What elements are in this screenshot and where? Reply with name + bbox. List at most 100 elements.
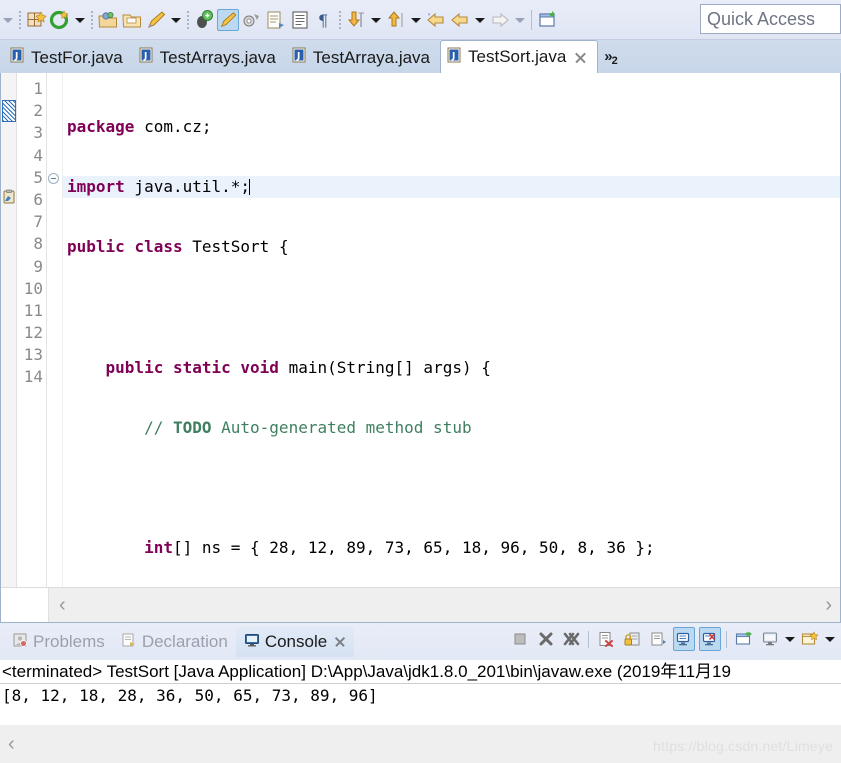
open-type-icon[interactable] — [289, 9, 311, 31]
edit-dropdown-arrow[interactable] — [169, 10, 183, 30]
declaration-icon — [121, 632, 137, 653]
view-tab-problems[interactable]: Problems — [4, 627, 113, 657]
line-number: 7 — [33, 212, 43, 232]
svg-text:J: J — [451, 51, 455, 61]
code-line[interactable]: public static void main(String[] args) { — [63, 357, 840, 379]
line-number: 11 — [23, 300, 43, 320]
svg-text:¶: ¶ — [318, 11, 328, 30]
new-java-project-icon[interactable] — [25, 9, 47, 31]
code-editor: 1 2 3 4 5 6 7 8 9 10 11 12 13 14 package… — [0, 73, 841, 623]
word-wrap-icon[interactable] — [647, 627, 669, 651]
editor-horizontal-scrollbar[interactable]: ‹ › — [1, 587, 840, 622]
new-window-icon[interactable] — [537, 9, 559, 31]
show-console-on-output-icon[interactable] — [673, 627, 695, 651]
code-line[interactable] — [63, 477, 840, 499]
new-class-icon[interactable] — [265, 9, 287, 31]
console-output-text: [8, 12, 18, 28, 36, 50, 65, 73, 89, 96] — [2, 686, 378, 705]
console-icon — [244, 632, 260, 653]
code-line[interactable] — [63, 297, 840, 319]
code-line[interactable]: public class TestSort { — [63, 236, 840, 258]
previous-annotation-dropdown-arrow[interactable] — [409, 10, 423, 30]
svg-text:J: J — [296, 52, 300, 62]
console-process-header: <terminated> TestSort [Java Application]… — [0, 660, 841, 684]
code-line[interactable]: int[] ns = { 28, 12, 89, 73, 65, 18, 96,… — [63, 537, 840, 559]
code-folding-column[interactable] — [47, 73, 63, 587]
external-tools-icon[interactable] — [241, 9, 263, 31]
editor-tab-testsort[interactable]: J TestSort.java — [440, 40, 599, 73]
display-selected-console-dropdown-arrow[interactable] — [783, 627, 797, 651]
close-icon[interactable] — [334, 636, 346, 648]
editor-tab-testarraya[interactable]: J TestArraya.java — [286, 42, 440, 73]
open-console-dropdown-arrow[interactable] — [823, 627, 837, 651]
problems-icon — [12, 632, 28, 653]
forward-dropdown-arrow[interactable] — [513, 10, 527, 30]
fold-slot — [47, 78, 62, 100]
back-dropdown-arrow[interactable] — [473, 10, 487, 30]
open-console-icon[interactable] — [799, 627, 821, 651]
java-file-icon: J — [139, 47, 154, 68]
display-selected-console-icon[interactable] — [759, 627, 781, 651]
previous-annotation-icon[interactable] — [385, 9, 407, 31]
view-tab-bar: Problems Declaration Console — [0, 624, 841, 660]
view-tab-console[interactable]: Console — [235, 627, 355, 657]
pilcrow-icon[interactable]: ¶ — [313, 9, 335, 31]
editor-tab-testfor[interactable]: J TestFor.java — [4, 42, 133, 73]
scroll-left-icon[interactable]: ‹ — [8, 734, 15, 754]
code-area[interactable]: 1 2 3 4 5 6 7 8 9 10 11 12 13 14 package… — [1, 73, 840, 618]
line-number: 2 — [33, 101, 43, 121]
java-file-icon: J — [292, 47, 307, 68]
debug-icon[interactable] — [193, 9, 215, 31]
next-annotation-icon[interactable] — [345, 9, 367, 31]
scrollbar-left-pad — [1, 588, 49, 622]
editor-tab-overflow-count: 2 — [611, 55, 618, 67]
next-annotation-dropdown-arrow[interactable] — [369, 10, 383, 30]
refresh-icon[interactable] — [49, 9, 71, 31]
editor-annotation-column[interactable] — [1, 73, 17, 587]
watermark-text: https://blog.csdn.net/Limeye — [653, 738, 833, 754]
scroll-right-icon[interactable]: › — [825, 595, 832, 615]
pin-console-icon[interactable] — [733, 627, 755, 651]
new-dropdown-arrow[interactable] — [73, 10, 87, 30]
code-line[interactable]: // TODO Auto-generated method stub — [63, 417, 840, 439]
view-tab-label: Problems — [33, 632, 105, 651]
scroll-lock-icon[interactable] — [621, 627, 643, 651]
edit-pencil-icon[interactable] — [145, 9, 167, 31]
toolbar-overflow-arrow[interactable] — [1, 10, 15, 30]
editor-tab-label: TestArrays.java — [159, 47, 276, 67]
code-line-current[interactable]: import java.util.*; — [63, 176, 840, 199]
java-file-icon: J — [10, 47, 25, 68]
console-toolbar-separator — [585, 629, 593, 649]
clear-console-icon[interactable] — [595, 627, 617, 651]
console-horizontal-scrollbar[interactable]: ‹ https://blog.csdn.net/Limeye — [0, 725, 841, 763]
show-console-on-error-icon[interactable] — [699, 627, 721, 651]
run-icon[interactable] — [217, 8, 239, 31]
quick-access-placeholder: Quick Access — [707, 8, 816, 29]
remove-launch-icon[interactable] — [535, 627, 557, 651]
editor-tab-overflow-button[interactable]: » 2 — [598, 47, 622, 73]
editor-tab-label: TestArraya.java — [312, 47, 431, 67]
view-tab-declaration[interactable]: Declaration — [113, 627, 236, 657]
collapse-icon[interactable] — [48, 172, 59, 184]
fold-slot[interactable] — [47, 167, 62, 189]
scroll-left-icon[interactable]: ‹ — [59, 595, 66, 615]
line-number: 8 — [33, 234, 43, 254]
close-icon[interactable] — [574, 51, 587, 64]
back-icon[interactable] — [425, 9, 447, 31]
todo-task-marker-icon[interactable] — [1, 189, 17, 205]
code-text[interactable]: package com.cz; import java.util.*; publ… — [63, 73, 840, 618]
line-number: 9 — [33, 256, 43, 276]
remove-all-terminated-icon[interactable] — [561, 627, 583, 651]
forward-icon[interactable] — [489, 9, 511, 31]
fold-slot — [47, 100, 62, 122]
svg-text:J: J — [14, 52, 18, 62]
open-folder-icon[interactable] — [121, 9, 143, 31]
terminate-icon[interactable] — [509, 627, 531, 651]
code-line[interactable]: package com.cz; — [63, 116, 840, 138]
editor-tab-testarrays[interactable]: J TestArrays.java — [133, 42, 286, 73]
line-number: 6 — [33, 189, 43, 209]
quick-access-input[interactable]: Quick Access — [700, 4, 841, 34]
toolbar-separator — [184, 9, 192, 31]
open-package-icon[interactable] — [97, 9, 119, 31]
back-history-icon[interactable] — [449, 9, 471, 31]
console-output-area[interactable]: <terminated> TestSort [Java Application]… — [0, 660, 841, 725]
